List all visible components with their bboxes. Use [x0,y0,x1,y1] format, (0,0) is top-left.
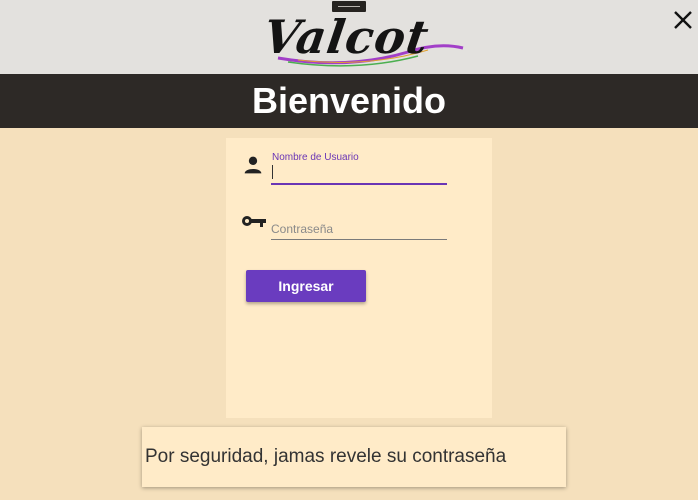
username-label: Nombre de Usuario [272,152,359,163]
key-icon [242,216,266,227]
security-notice: Por seguridad, jamas revele su contraseñ… [142,427,566,487]
logo-text: Valcot [260,10,433,64]
person-icon [244,156,262,174]
close-icon [674,11,692,29]
welcome-header: Bienvenido [0,74,698,128]
top-bar: Valcot [0,0,698,74]
login-card: Nombre de Usuario Ingresar [226,138,492,418]
username-input[interactable] [271,163,447,185]
page-title: Bienvenido [251,80,447,121]
valcot-logo: Valcot [258,8,468,72]
password-input[interactable] [271,219,447,240]
security-notice-text: Por seguridad, jamas revele su contraseñ… [145,446,507,467]
text-caret [272,165,273,179]
login-button[interactable]: Ingresar [246,270,366,302]
close-button[interactable] [671,8,695,32]
